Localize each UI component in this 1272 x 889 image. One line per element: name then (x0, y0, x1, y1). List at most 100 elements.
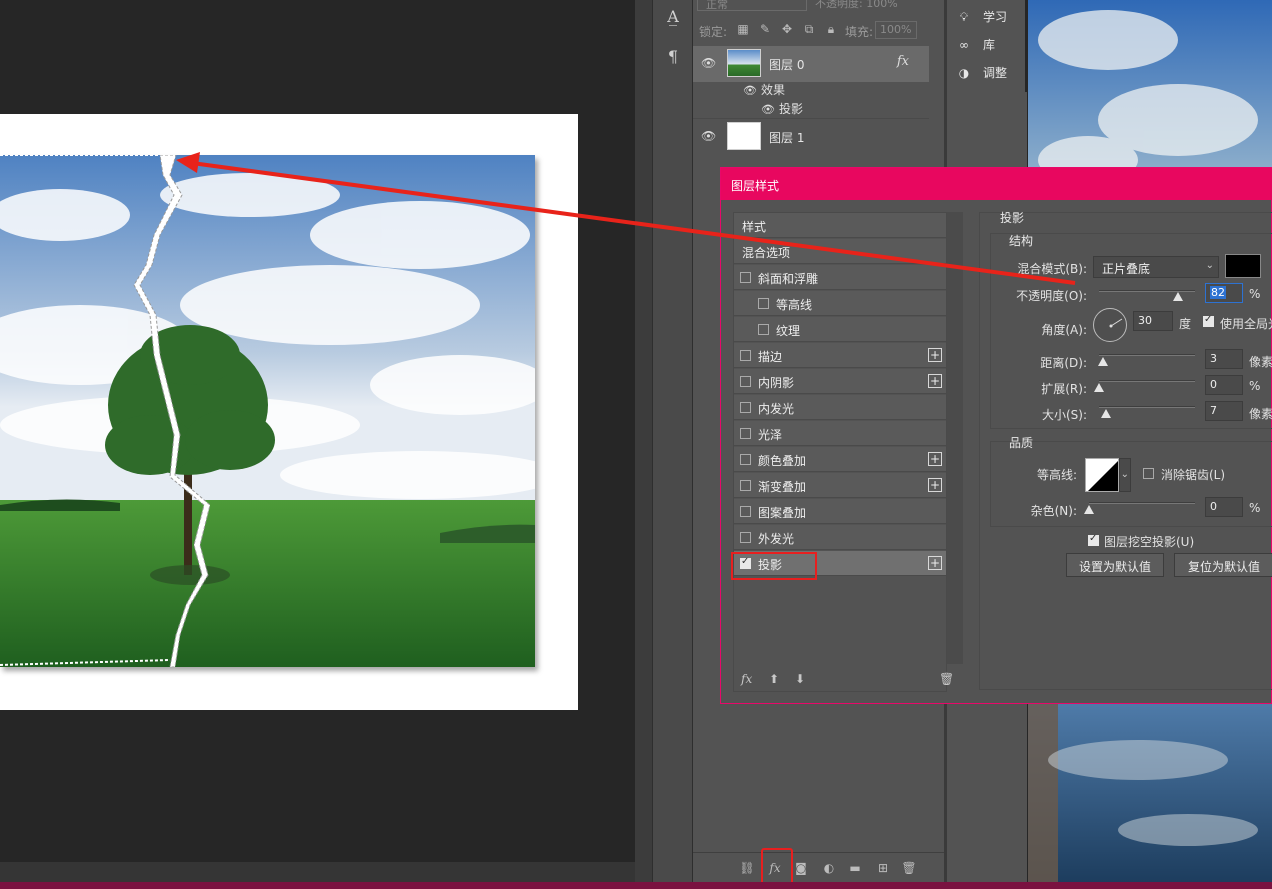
style-checkbox[interactable] (740, 350, 751, 361)
fill-input[interactable]: 100% (875, 21, 917, 39)
torn-photo-layer[interactable] (0, 155, 535, 667)
libraries-item[interactable]: ∞ 库 (955, 36, 995, 58)
style-item[interactable]: 外发光 (734, 525, 946, 550)
style-checkbox[interactable] (758, 298, 769, 309)
style-checkbox[interactable] (740, 532, 751, 543)
fx-button-highlight (761, 848, 793, 886)
add-effect-plus-icon[interactable]: + (928, 374, 942, 388)
contour-dropdown[interactable]: ⌄ (1119, 458, 1131, 492)
noise-input[interactable]: 0 (1205, 497, 1243, 517)
adjustment-layer-icon[interactable]: ◐ (821, 861, 837, 877)
style-item[interactable]: 纹理 (734, 317, 946, 342)
shadow-color-swatch[interactable] (1225, 254, 1261, 278)
style-item[interactable]: 混合选项 (734, 239, 946, 264)
new-layer-icon[interactable]: ⊞ (875, 861, 891, 877)
distance-slider[interactable] (1099, 354, 1195, 356)
add-effect-plus-icon[interactable]: + (928, 478, 942, 492)
learn-item[interactable]: 💡︎ 学习 (955, 8, 1007, 30)
style-item[interactable]: 光泽 (734, 421, 946, 446)
add-effect-plus-icon[interactable]: + (928, 348, 942, 362)
character-icon[interactable]: A̲ (659, 4, 687, 30)
effects-eye-icon[interactable]: 👁︎ (743, 84, 757, 97)
layer-opacity-field[interactable]: 不透明度: 100% (815, 0, 898, 11)
noise-slider-handle[interactable] (1084, 505, 1094, 514)
style-item[interactable]: 颜色叠加 + (734, 447, 946, 472)
style-item[interactable]: 渐变叠加 + (734, 473, 946, 498)
style-item[interactable]: 内发光 (734, 395, 946, 420)
move-up-icon[interactable]: ⬆ (769, 672, 779, 686)
layer-fx-icon[interactable]: fx (897, 54, 909, 69)
layer-blend-mode-select[interactable]: 正常 (697, 0, 807, 11)
paragraph-icon[interactable]: ¶ (659, 44, 687, 70)
angle-dial-needle (1109, 318, 1123, 328)
size-input[interactable]: 7 (1205, 401, 1243, 421)
spread-input[interactable]: 0 (1205, 375, 1243, 395)
drop-shadow-eye-icon[interactable]: 👁︎ (761, 103, 775, 116)
lock-pixels-icon[interactable]: ✎ (757, 22, 773, 38)
blend-mode-value: 正片叠底 (1102, 262, 1151, 276)
visibility-eye-icon[interactable]: 👁︎ (701, 56, 717, 70)
spread-slider[interactable] (1099, 380, 1195, 382)
add-mask-icon[interactable]: ◙ (793, 861, 809, 877)
document-canvas[interactable] (0, 0, 635, 862)
add-effect-plus-icon[interactable]: + (928, 452, 942, 466)
distance-slider-handle[interactable] (1098, 357, 1108, 366)
style-checkbox[interactable] (740, 402, 751, 413)
new-group-icon[interactable]: ▬ (847, 861, 863, 877)
lock-position-icon[interactable]: ✥ (779, 22, 795, 38)
style-item[interactable]: 斜面和浮雕 (734, 265, 946, 290)
delete-layer-icon[interactable]: 🗑︎ (901, 861, 917, 877)
style-checkbox[interactable] (740, 480, 751, 491)
knockout-checkbox[interactable] (1088, 533, 1099, 546)
fx-menu-icon[interactable]: fx (741, 672, 752, 686)
style-checkbox[interactable] (740, 428, 751, 439)
style-checkbox[interactable] (740, 376, 751, 387)
layer-row-0[interactable]: 👁︎ 图层 0 fx (693, 46, 929, 82)
style-checkbox[interactable] (740, 272, 751, 283)
layer-name: 图层 0 (769, 58, 805, 72)
blend-mode-label: 混合模式(B): (1017, 262, 1087, 276)
style-checkbox[interactable] (740, 454, 751, 465)
reset-default-button[interactable]: 复位为默认值 (1174, 553, 1272, 577)
opacity-label: 不透明度(O): (1016, 289, 1087, 303)
spread-slider-handle[interactable] (1094, 383, 1104, 392)
dialog-title-bar[interactable]: 图层样式 (721, 168, 1272, 200)
canvas-horizontal-scrollbar[interactable] (0, 862, 635, 882)
lock-transparency-icon[interactable]: ▦ (735, 22, 751, 38)
antialias-checkbox[interactable] (1143, 468, 1154, 479)
style-item-label: 颜色叠加 (758, 454, 807, 468)
move-down-icon[interactable]: ⬇ (795, 672, 805, 686)
visibility-eye-icon[interactable]: 👁︎ (701, 129, 717, 143)
opacity-slider-handle[interactable] (1172, 292, 1183, 301)
size-slider[interactable] (1099, 406, 1195, 408)
lock-artboard-icon[interactable]: ⧉ (801, 22, 817, 38)
effects-row[interactable]: 👁︎ 效果 (743, 81, 785, 99)
style-checkbox[interactable] (758, 324, 769, 335)
angle-input[interactable]: 30 (1133, 311, 1173, 331)
noise-slider[interactable] (1089, 502, 1195, 504)
angle-dial[interactable] (1093, 308, 1127, 342)
add-effect-plus-icon[interactable]: + (928, 556, 942, 570)
opacity-input[interactable]: 82 (1205, 283, 1243, 303)
blend-mode-select[interactable]: 正片叠底 ⌄ (1093, 256, 1219, 278)
contour-picker[interactable] (1085, 458, 1119, 492)
style-item[interactable]: 等高线 (734, 291, 946, 316)
angle-unit: 度 (1179, 317, 1192, 331)
use-global-light-checkbox[interactable] (1203, 314, 1214, 327)
adjustments-item[interactable]: ◑ 调整 (955, 64, 1007, 86)
delete-effect-icon[interactable]: 🗑 (939, 672, 954, 686)
layer-row-1[interactable]: 👁︎ 图层 1 (693, 118, 929, 154)
style-item[interactable]: 图案叠加 (734, 499, 946, 524)
drop-shadow-effect-row[interactable]: 👁︎ 投影 (761, 100, 803, 118)
style-list-scrollbar[interactable] (947, 212, 963, 664)
style-item[interactable]: 样式 (734, 213, 946, 238)
style-checkbox[interactable] (740, 506, 751, 517)
link-layers-icon[interactable]: ⛓︎ (739, 861, 755, 877)
size-slider-handle[interactable] (1101, 409, 1111, 418)
use-global-light-label: 使用全局光 (1220, 317, 1272, 331)
lock-all-icon[interactable]: 🔒︎ (823, 22, 839, 38)
style-item[interactable]: 内阴影 + (734, 369, 946, 394)
style-item[interactable]: 描边 + (734, 343, 946, 368)
distance-input[interactable]: 3 (1205, 349, 1243, 369)
set-default-button[interactable]: 设置为默认值 (1066, 553, 1164, 577)
